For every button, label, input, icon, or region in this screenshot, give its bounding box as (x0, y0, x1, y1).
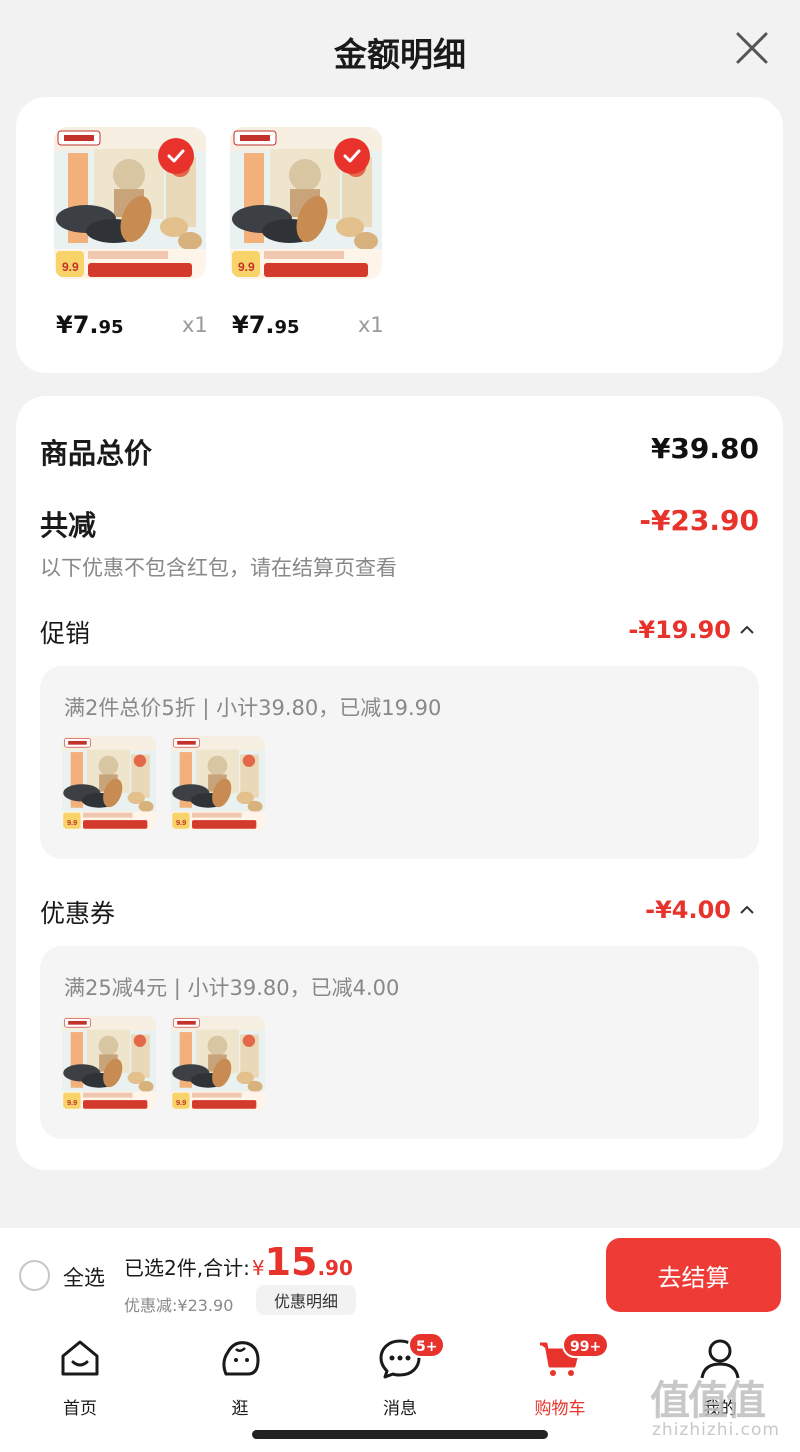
promotion-label: 促销 (40, 619, 91, 648)
message-badge: 5+ (408, 1332, 446, 1358)
total-amount-cents: .90 (317, 1256, 353, 1280)
tab-label: 消息 (383, 1399, 417, 1419)
product-price: ¥7.95 (56, 311, 124, 339)
product-price: ¥7.95 (232, 311, 300, 339)
total-amount: 15 (264, 1240, 318, 1284)
promotion-toggle[interactable]: -¥19.90 (628, 616, 755, 644)
currency-symbol: ¥ (251, 1256, 265, 1280)
header: 金额明细 (0, 0, 800, 100)
tab-label: 首页 (63, 1399, 97, 1419)
checkmark-icon[interactable] (334, 138, 370, 174)
product-quantity: x1 (182, 313, 208, 337)
discount-detail-button[interactable]: 优惠明细 (256, 1285, 356, 1315)
close-icon[interactable] (732, 28, 772, 68)
selected-count-text: 已选2件,合计: (124, 1256, 250, 1280)
tab-cart[interactable]: 99+ 购物车 (500, 1332, 620, 1419)
amount-detail-card: 商品总价 ¥39.80 共减 -¥23.90 以下优惠不包含红包，请在结算页查看… (16, 396, 783, 1170)
watermark-url: zhizhizhi.com (652, 1420, 780, 1440)
coupon-value: -¥4.00 (645, 896, 731, 924)
total-reduce-value: -¥23.90 (639, 504, 759, 537)
product-thumbnail (171, 736, 265, 830)
product-thumbnail (62, 736, 156, 830)
checkout-summary: 已选2件,合计: ¥ 15 .90 (124, 1240, 353, 1284)
checkout-bar: 全选 已选2件,合计: ¥ 15 .90 优惠减:¥23.90 优惠明细 去结算 (0, 1228, 800, 1324)
product-list-card: ¥7.95 x1 ¥7.95 x1 (16, 97, 783, 373)
watermark: 值值值 zhizhizhi.com (650, 1368, 800, 1448)
total-price-label: 商品总价 (40, 437, 153, 470)
coupon-detail-box: 满25减4元 | 小计39.80，已减4.00 (40, 946, 759, 1139)
product-quantity: x1 (358, 313, 384, 337)
tab-label: 逛 (231, 1399, 249, 1419)
total-price-value: ¥39.80 (650, 432, 759, 465)
reduce-note: 以下优惠不包含红包，请在结算页查看 (40, 556, 397, 580)
discount-text: 优惠减:¥23.90 (124, 1296, 234, 1315)
tab-browse[interactable]: 逛 (180, 1334, 300, 1419)
coupon-toggle[interactable]: -¥4.00 (645, 896, 755, 924)
watermark-logo: 值值值 (650, 1378, 766, 1424)
chevron-up-icon[interactable] (739, 904, 755, 916)
select-all-radio[interactable] (19, 1260, 50, 1291)
chevron-up-icon[interactable] (739, 624, 755, 636)
select-all-label[interactable]: 全选 (63, 1262, 105, 1292)
tab-label: 购物车 (534, 1399, 586, 1419)
product-thumbnail (62, 1016, 156, 1110)
coupon-desc: 满25减4元 | 小计39.80，已减4.00 (64, 976, 400, 1000)
home-icon (61, 1340, 99, 1376)
promotion-desc: 满2件总价5折 | 小计39.80，已减19.90 (64, 696, 442, 720)
browse-icon (222, 1341, 260, 1376)
cart-badge: 99+ (562, 1332, 610, 1358)
page-title: 金额明细 (334, 35, 466, 74)
product-thumbnail (171, 1016, 265, 1110)
tab-messages[interactable]: 5+ 消息 (340, 1332, 460, 1419)
tab-home[interactable]: 首页 (20, 1334, 140, 1419)
checkmark-icon[interactable] (158, 138, 194, 174)
coupon-label: 优惠券 (40, 899, 116, 928)
total-reduce-label: 共减 (40, 509, 97, 542)
checkout-button[interactable]: 去结算 (606, 1238, 781, 1312)
promotion-value: -¥19.90 (628, 616, 731, 644)
promotion-detail-box: 满2件总价5折 | 小计39.80，已减19.90 (40, 666, 759, 859)
home-indicator (252, 1430, 548, 1439)
